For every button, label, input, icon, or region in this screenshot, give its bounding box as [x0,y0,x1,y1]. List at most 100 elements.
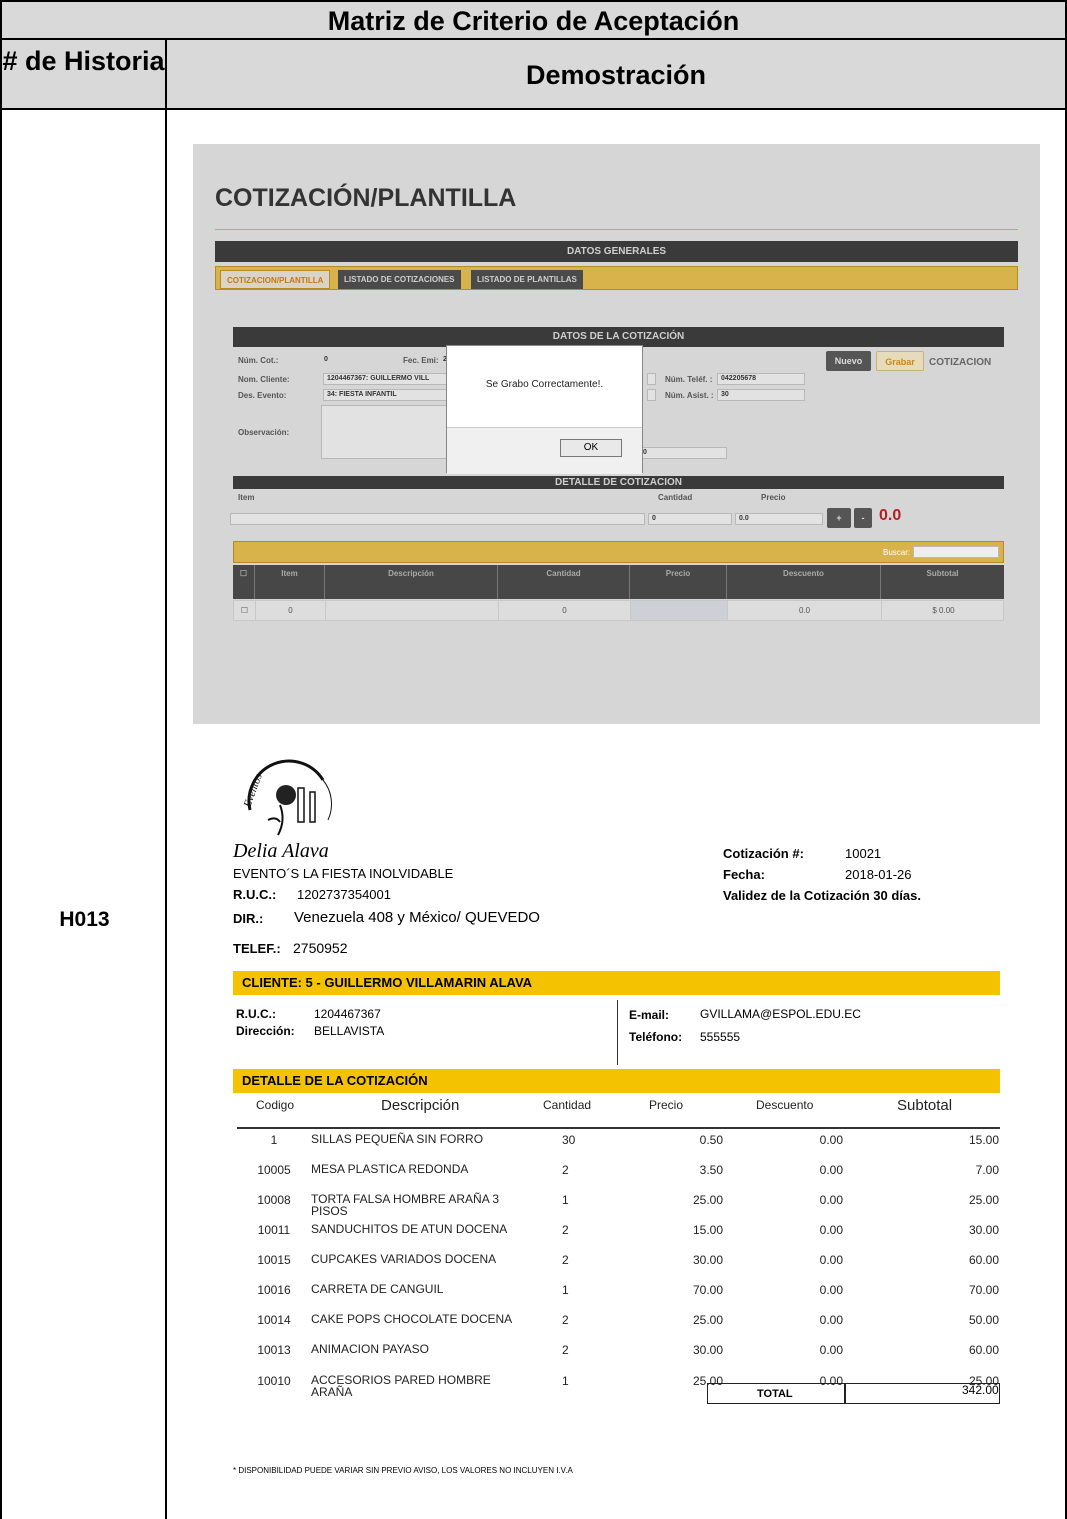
client-divider [617,1000,618,1065]
tab-listado-cotizaciones[interactable]: LISTADO DE COTIZACIONES [338,270,461,289]
cell-descuento: 0.00 [819,1253,843,1267]
story-column: H013 [0,108,167,1519]
detail-total-value: 0.0 [879,507,902,524]
grid-header-precio[interactable]: Precio [630,565,727,599]
remove-item-button[interactable]: - [854,508,872,528]
company-dir: Venezuela 408 y México/ QUEVEDO [294,909,540,926]
detail-precio-field[interactable]: 0.0 [735,513,823,525]
tab-cotizacion-plantilla[interactable]: COTIZACION/PLANTILLA [220,270,331,289]
cell-descripcion: ANIMACION PAYASO [311,1342,430,1356]
company-dir-label: DIR.: [233,911,264,926]
cell-descripcion: CUPCAKES VARIADOS DOCENA [311,1252,497,1266]
cell-codigo: 10013 [257,1343,291,1357]
grid-header-item[interactable]: Item [255,565,325,599]
cell-descuento: 0.00 [819,1163,843,1177]
grid-header-descripcion[interactable]: Descripción [325,565,498,599]
search-input[interactable] [913,546,999,558]
detail-cantidad-field[interactable]: 0 [648,513,732,525]
quote-type-label: COTIZACION [929,357,992,368]
cell-subtotal: 25.00 [968,1193,999,1207]
cell-codigo: 10008 [257,1193,291,1207]
dialog-message: Se Grabo Correctamente!. [485,379,604,390]
cell-precio: 25.00 [692,1313,723,1327]
footnote: * DISPONIBILIDAD PUEDE VARIAR SIN PREVIO… [233,1466,573,1475]
num-telef-field[interactable]: 042205678 [717,373,805,385]
observacion-extra-field[interactable]: 0 [639,447,727,459]
cell-precio: 25.00 [692,1193,723,1207]
total-value: 342.00 [962,1383,999,1397]
col-cantidad: Cantidad [543,1098,592,1112]
search-label: Buscar: [883,548,911,557]
cell-precio: 70.00 [692,1283,723,1297]
left-field-strip [647,373,656,385]
app-screenshot: COTIZACIÓN/PLANTILLA DATOS GENERALES COT… [193,144,1040,724]
company-name: EVENTO´S LA FIESTA INOLVIDABLE [233,866,454,881]
grid-header-descuento[interactable]: Descuento [727,565,881,599]
num-cot-label: Núm. Cot.: [238,356,279,365]
total-box [707,1383,1000,1404]
add-item-button[interactable]: + [827,508,851,528]
detail-item-field[interactable] [230,513,645,525]
grabar-button[interactable]: Grabar [876,351,924,371]
nom-cliente-field[interactable]: 1204467367: GUILLERMO VILL [323,373,447,385]
observacion-label: Observación: [238,428,290,437]
story-id: H013 [59,908,110,931]
cell-descripcion: CARRETA DE CANGUIL [311,1282,444,1296]
demonstration-header: Demostración [165,38,1067,110]
des-evento-label: Des. Evento: [238,391,287,400]
row-item: 0 [256,601,326,620]
col-descripcion: Descripción [381,1097,460,1114]
cell-codigo: 10010 [257,1374,291,1388]
cell-descripcion: SILLAS PEQUEÑA SIN FORRO [311,1132,484,1146]
des-evento-field[interactable]: 34: FIESTA INFANTIL [323,389,447,401]
story-number-header: # de Historia [0,38,167,110]
row-descripcion [326,601,499,620]
cell-subtotal: 60.00 [968,1343,999,1357]
total-box-divider [844,1383,846,1404]
detail-cantidad-label: Cantidad [658,493,693,502]
company-telef: 2750952 [293,940,348,956]
grid-header: ☐ Item Descripción Cantidad Precio Descu… [233,565,1004,599]
detail-bar: DETALLE DE LA COTIZACIÓN [233,1069,1000,1093]
event-logo-icon: Eventos [241,759,332,836]
cell-descuento: 0.00 [819,1283,843,1297]
observacion-field[interactable] [321,405,447,459]
grid-select-all[interactable]: ☐ [233,565,255,599]
cell-descuento: 0.00 [819,1313,843,1327]
table-row[interactable]: ☐ 0 0 0.0 $ 0.00 [233,600,1004,621]
cell-subtotal: 15.00 [968,1133,999,1147]
general-data-bar: DATOS GENERALES [215,241,1018,262]
cell-codigo: 10015 [257,1253,291,1267]
cell-cantidad: 1 [562,1283,569,1297]
cell-subtotal: 30.00 [968,1223,999,1237]
dialog-ok-button[interactable]: OK [560,439,622,457]
cell-cantidad: 1 [562,1193,569,1207]
left-field-strip-2 [647,389,656,401]
cell-descripcion: ACCESORIOS PARED HOMBRE ARAÑA [311,1373,491,1399]
client-bar: CLIENTE: 5 - GUILLERMO VILLAMARIN ALAVA [233,971,1000,995]
nuevo-button[interactable]: Nuevo [826,351,871,371]
grid-header-cantidad[interactable]: Cantidad [498,565,630,599]
row-subtotal: $ 0.00 [932,606,955,615]
detail-item-label: Item [238,493,255,502]
detail-bar: DETALLE DE COTIZACION [233,476,1004,489]
cell-cantidad: 1 [562,1374,569,1388]
grid-toolbar: Buscar: [233,541,1004,563]
logo-text: Eventos [241,772,265,810]
row-checkbox[interactable]: ☐ [234,601,256,620]
row-cantidad: 0 [499,601,631,620]
quote-date: 2018-01-26 [845,867,912,882]
cell-codigo: 10016 [257,1283,291,1297]
quote-number: 10021 [845,846,882,861]
cell-subtotal: 70.00 [968,1283,999,1297]
cell-descuento: 0.00 [819,1223,843,1237]
cell-descuento: 0.00 [819,1343,843,1357]
cell-precio: 0.50 [699,1133,723,1147]
num-cot-field[interactable]: 0 [321,355,391,367]
company-ruc-label: R.U.C.: [233,887,277,902]
detail-precio-label: Precio [761,493,786,502]
num-asist-field[interactable]: 30 [717,389,805,401]
client-ruc: 1204467367 [314,1007,381,1021]
tab-listado-plantillas[interactable]: LISTADO DE PLANTILLAS [471,270,583,289]
grid-header-subtotal[interactable]: Subtotal [881,565,1004,599]
